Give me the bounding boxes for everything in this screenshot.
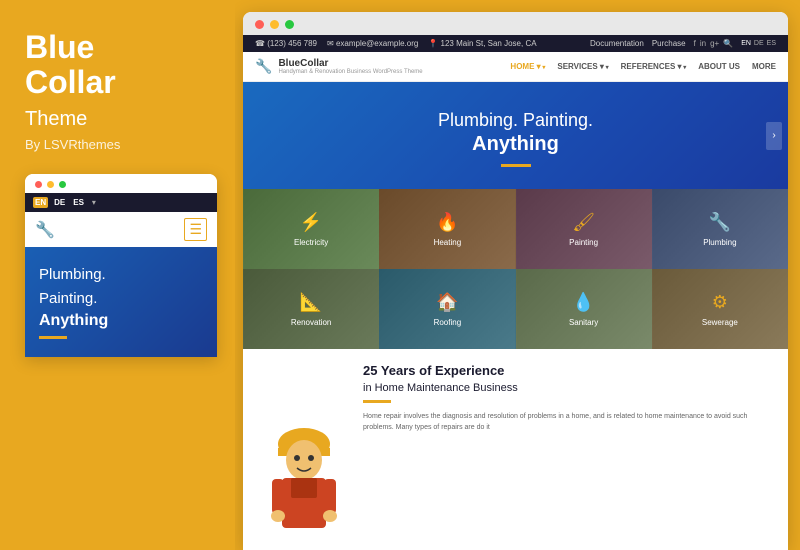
- experience-body: Home repair involves the diagnosis and r…: [363, 411, 772, 433]
- sanitary-icon: 💧: [572, 292, 594, 313]
- experience-content: 25 Years of Experience in Home Maintenan…: [349, 363, 772, 536]
- service-label-heating: Heating: [434, 238, 462, 247]
- logo-area: 🔧 BlueCollar Handyman & Renovation Busin…: [255, 58, 423, 75]
- mobile-lang-en[interactable]: EN: [33, 197, 48, 208]
- lang-es[interactable]: ES: [767, 40, 776, 47]
- theme-title: Blue Collar: [25, 30, 215, 100]
- lang-de[interactable]: DE: [754, 40, 764, 47]
- nav-about[interactable]: ABOUT US: [698, 62, 740, 71]
- main-nav: 🔧 BlueCollar Handyman & Renovation Busin…: [243, 52, 788, 82]
- service-tile-sewerage[interactable]: ⚙ Sewerage: [652, 269, 788, 349]
- mobile-dot-red: [35, 181, 42, 188]
- mobile-lang-switcher: EN DE ES ▾: [33, 197, 96, 208]
- mobile-hero-text2: Painting.: [39, 289, 203, 309]
- painting-icon: 🖌: [572, 212, 595, 233]
- info-phone: ☎ (123) 456 789: [255, 39, 317, 48]
- browser-preview: ☎ (123) 456 789 ✉ example@example.org 📍 …: [243, 12, 788, 550]
- info-documentation[interactable]: Documentation: [590, 39, 644, 48]
- services-grid: ⚡ Electricity 🔥 Heating 🖌 Painting 🔧 Plu…: [243, 189, 788, 349]
- mobile-top-bar: [25, 174, 217, 193]
- service-tile-painting[interactable]: 🖌 Painting: [516, 189, 652, 269]
- logo-tagline: Handyman & Renovation Business WordPress…: [278, 69, 422, 75]
- bottom-section: 25 Years of Experience in Home Maintenan…: [243, 349, 788, 550]
- mobile-preview: EN DE ES ▾ 🔧 ☰ Plumbing. Painting. Anyth…: [25, 174, 217, 357]
- mobile-logo-icon: 🔧: [35, 220, 55, 240]
- title-line1: Blue: [25, 29, 94, 65]
- info-email: ✉ example@example.org: [327, 39, 418, 48]
- browser-dot-green[interactable]: [285, 20, 294, 29]
- nav-links: HOME ▾ SERVICES ▾ REFERENCES ▾ ABOUT US …: [510, 62, 776, 71]
- lang-en[interactable]: EN: [741, 40, 751, 47]
- nav-more[interactable]: MORE: [752, 62, 776, 71]
- browser-dot-yellow[interactable]: [270, 20, 279, 29]
- service-label-painting: Painting: [569, 238, 598, 247]
- logo-text: BlueCollar Handyman & Renovation Busines…: [278, 58, 422, 75]
- sewerage-icon: ⚙: [712, 292, 728, 313]
- renovation-icon: 📐: [300, 292, 322, 313]
- hero-section: Plumbing. Painting. Anything ›: [243, 82, 788, 189]
- service-label-roofing: Roofing: [434, 318, 462, 327]
- nav-references[interactable]: REFERENCES ▾: [621, 62, 687, 71]
- mobile-hero-bold: Anything: [39, 312, 203, 330]
- gplus-icon[interactable]: g+: [710, 39, 719, 48]
- social-icons: f in g+ 🔍: [694, 39, 734, 48]
- mobile-dot-yellow: [47, 181, 54, 188]
- linkedin-icon[interactable]: in: [700, 39, 706, 48]
- service-label-sanitary: Sanitary: [569, 318, 598, 327]
- mobile-lang-es[interactable]: ES: [71, 197, 86, 208]
- experience-subtitle: in Home Maintenance Business: [363, 382, 772, 394]
- hero-accent-line: [501, 164, 531, 167]
- worker-image: [259, 363, 349, 536]
- experience-accent-line: [363, 400, 391, 403]
- service-tile-renovation[interactable]: 📐 Renovation: [243, 269, 379, 349]
- mobile-hamburger-icon[interactable]: ☰: [184, 218, 207, 241]
- service-label-electricity: Electricity: [294, 238, 328, 247]
- left-panel: Blue Collar Theme By LSVRthemes EN DE ES…: [0, 0, 235, 550]
- hero-heading-bold: Anything: [263, 133, 768, 156]
- info-address: 📍 123 Main St, San Jose, CA: [428, 39, 536, 48]
- service-tile-plumbing[interactable]: 🔧 Plumbing: [652, 189, 788, 269]
- plumbing-icon: 🔧: [709, 212, 731, 233]
- service-tile-electricity[interactable]: ⚡ Electricity: [243, 189, 379, 269]
- mobile-nav-bar: EN DE ES ▾: [25, 193, 217, 212]
- info-bar-left: ☎ (123) 456 789 ✉ example@example.org 📍 …: [255, 39, 537, 48]
- roofing-icon: 🏠: [436, 292, 458, 313]
- info-purchase[interactable]: Purchase: [652, 39, 686, 48]
- theme-subtitle: Theme: [25, 108, 215, 131]
- mobile-hero-line: [39, 336, 67, 339]
- search-icon[interactable]: 🔍: [723, 39, 733, 48]
- mobile-dot-green: [59, 181, 66, 188]
- logo-icon: 🔧: [255, 58, 272, 75]
- service-tile-sanitary[interactable]: 💧 Sanitary: [516, 269, 652, 349]
- lang-options: EN DE ES: [741, 40, 776, 47]
- info-bar: ☎ (123) 456 789 ✉ example@example.org 📍 …: [243, 35, 788, 52]
- mobile-lang-dropdown-icon[interactable]: ▾: [92, 198, 96, 207]
- mobile-hero-text1: Plumbing.: [39, 265, 203, 285]
- logo-name[interactable]: BlueCollar: [278, 58, 422, 69]
- service-tile-roofing[interactable]: 🏠 Roofing: [379, 269, 515, 349]
- website-content: ☎ (123) 456 789 ✉ example@example.org 📍 …: [243, 35, 788, 550]
- service-label-sewerage: Sewerage: [702, 318, 738, 327]
- service-label-plumbing: Plumbing: [703, 238, 736, 247]
- browser-dot-red[interactable]: [255, 20, 264, 29]
- heating-icon: 🔥: [436, 212, 458, 233]
- mobile-logo-bar: 🔧 ☰: [25, 212, 217, 247]
- nav-services[interactable]: SERVICES ▾: [557, 62, 608, 71]
- hero-scroll-btn[interactable]: ›: [766, 122, 782, 150]
- service-label-renovation: Renovation: [291, 318, 331, 327]
- mobile-hero: Plumbing. Painting. Anything: [25, 247, 217, 357]
- facebook-icon[interactable]: f: [694, 39, 696, 48]
- electricity-icon: ⚡: [300, 212, 322, 233]
- service-tile-heating[interactable]: 🔥 Heating: [379, 189, 515, 269]
- theme-by: By LSVRthemes: [25, 137, 215, 152]
- experience-title: 25 Years of Experience: [363, 363, 772, 380]
- nav-home[interactable]: HOME ▾: [510, 62, 545, 71]
- worker-svg: [264, 416, 344, 536]
- browser-chrome: [243, 12, 788, 35]
- title-line2: Collar: [25, 64, 116, 100]
- info-bar-right: Documentation Purchase f in g+ 🔍 EN DE E…: [590, 39, 776, 48]
- hero-heading: Plumbing. Painting.: [263, 110, 768, 131]
- mobile-lang-de[interactable]: DE: [52, 197, 67, 208]
